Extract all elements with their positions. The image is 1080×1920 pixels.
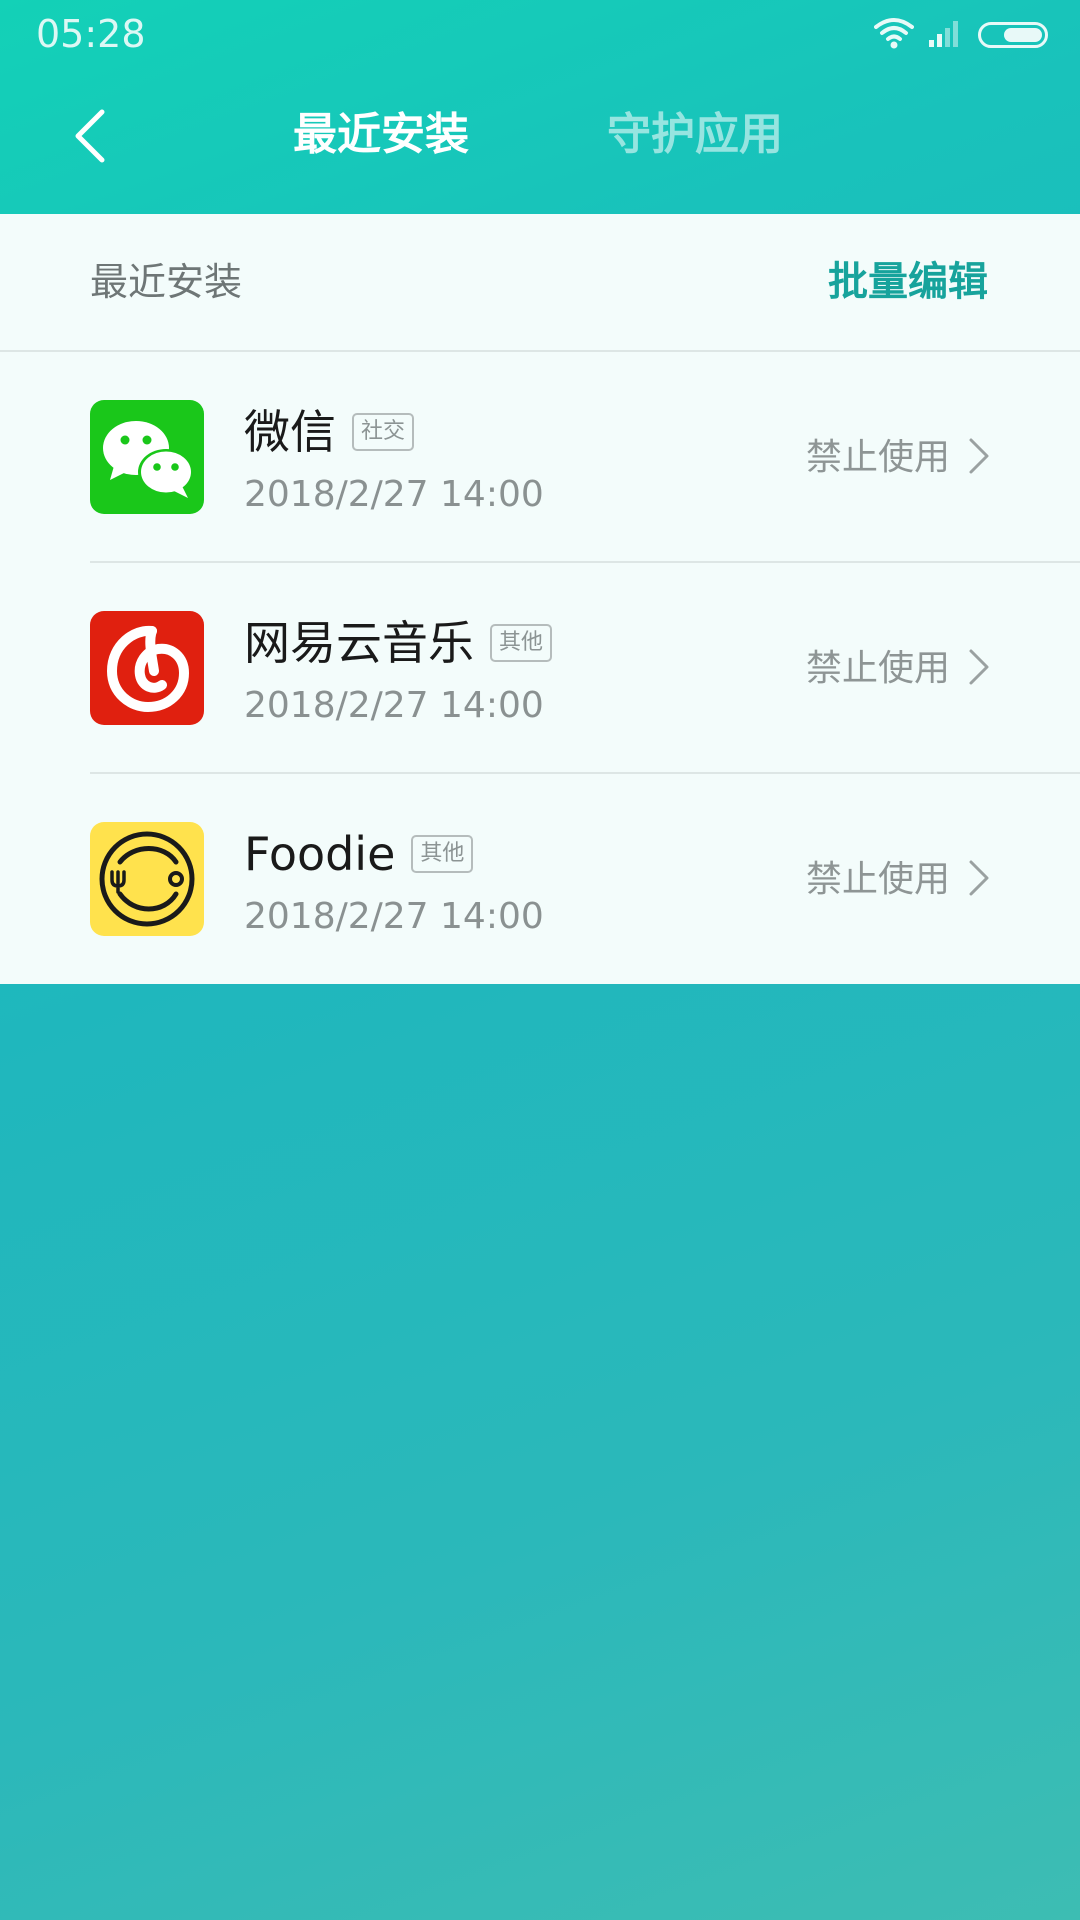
batch-edit-button[interactable]: 批量编辑 — [828, 254, 988, 310]
back-button[interactable] — [60, 98, 120, 178]
status-time: 05:28 — [36, 12, 146, 56]
disable-app-button[interactable]: 禁止使用 — [806, 641, 990, 697]
section-title: 最近安装 — [90, 260, 243, 304]
app-name: 网易云音乐 — [244, 616, 474, 670]
app-name: Foodie — [244, 827, 396, 881]
disable-app-button[interactable]: 禁止使用 — [806, 430, 990, 486]
chevron-left-icon — [70, 108, 110, 168]
app-category-tag: 社交 — [352, 413, 415, 451]
chevron-right-icon — [968, 437, 990, 479]
install-date: 2018/2/27 14:00 — [244, 896, 544, 937]
app-row-netease-music[interactable]: 网易云音乐 其他 2018/2/27 14:00 禁止使用 — [0, 563, 1080, 774]
app-row-wechat[interactable]: 微信 社交 2018/2/27 14:00 禁止使用 — [0, 352, 1080, 563]
disable-label: 禁止使用 — [805, 648, 950, 689]
app-name-line: 网易云音乐 其他 — [244, 613, 553, 673]
app-name: 微信 — [244, 405, 336, 459]
app-category-tag: 其他 — [490, 624, 553, 662]
netease-music-icon — [90, 611, 204, 725]
top-header: 最近安装 守护应用 — [0, 70, 1080, 214]
disable-label: 禁止使用 — [805, 859, 950, 900]
battery-icon — [978, 22, 1048, 48]
app-name-line: Foodie 其他 — [244, 824, 474, 884]
chevron-right-icon — [968, 859, 990, 901]
wechat-icon — [90, 400, 204, 514]
foodie-icon — [90, 822, 204, 936]
section-header: 最近安装 批量编辑 — [0, 214, 1080, 352]
app-row-foodie[interactable]: Foodie 其他 2018/2/27 14:00 禁止使用 — [0, 774, 1080, 985]
cellular-signal-icon — [928, 18, 964, 52]
install-date: 2018/2/27 14:00 — [244, 474, 544, 515]
tab-protected-apps[interactable]: 守护应用 — [607, 100, 783, 170]
tab-recent-installs[interactable]: 最近安装 — [293, 100, 469, 170]
status-icons — [874, 18, 1048, 52]
app-name-line: 微信 社交 — [244, 402, 415, 462]
wifi-icon — [874, 17, 914, 53]
status-bar: 05:28 — [0, 0, 1080, 70]
app-category-tag: 其他 — [411, 835, 474, 873]
recent-installs-card: 最近安装 批量编辑 微信 社交 2018/2/27 14:00 禁止使用 网易云… — [0, 214, 1080, 984]
disable-app-button[interactable]: 禁止使用 — [806, 852, 990, 908]
install-date: 2018/2/27 14:00 — [244, 685, 544, 726]
disable-label: 禁止使用 — [805, 437, 950, 478]
chevron-right-icon — [968, 648, 990, 690]
